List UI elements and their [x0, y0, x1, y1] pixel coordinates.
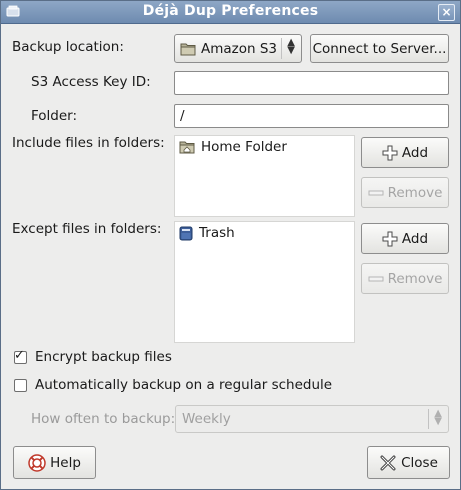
remove-icon [368, 185, 384, 201]
list-item[interactable]: Trash [179, 225, 235, 241]
include-add-label: Add [401, 144, 429, 161]
except-remove-label: Remove [387, 270, 443, 287]
backup-location-combo[interactable]: Amazon S3 ▲ ▼ [174, 34, 302, 63]
include-folders-list[interactable]: Home Folder [174, 135, 355, 217]
except-add-label: Add [401, 230, 429, 247]
encrypt-checkbox-label: Encrypt backup files [35, 349, 172, 365]
encrypt-checkbox[interactable]: ✓ Encrypt backup files [14, 347, 172, 365]
connect-to-server-button[interactable]: Connect to Server... [310, 34, 449, 63]
combo-separator [281, 38, 282, 59]
include-item-label: Home Folder [201, 139, 287, 155]
title-bar: Déjà Dup Preferences × [1, 1, 460, 24]
add-icon [382, 231, 398, 247]
schedule-checkbox-box[interactable] [14, 378, 27, 392]
schedule-checkbox[interactable]: Automatically backup on a regular schedu… [14, 377, 332, 393]
add-icon [382, 145, 398, 161]
folder-input[interactable]: / [174, 104, 449, 128]
except-remove-button[interactable]: Remove [361, 263, 449, 294]
backup-frequency-value: Weekly [182, 411, 231, 427]
except-folders-list[interactable]: Trash [174, 221, 355, 343]
combo-arrows-icon: ▲ ▼ [287, 37, 295, 56]
s3-access-key-label: S3 Access Key ID: [31, 74, 151, 90]
close-icon [379, 454, 397, 472]
help-button[interactable]: Help [13, 446, 96, 479]
folder-label: Folder: [31, 108, 78, 124]
remove-icon [368, 271, 384, 287]
except-add-button[interactable]: Add [361, 223, 449, 254]
backup-location-label: Backup location: [12, 39, 124, 55]
check-mark-icon: ✓ [14, 347, 25, 363]
help-label: Help [50, 454, 81, 471]
list-item[interactable]: Home Folder [179, 139, 287, 155]
except-item-label: Trash [199, 225, 235, 241]
window-close-icon[interactable]: × [438, 4, 455, 21]
window-title: Déjà Dup Preferences [142, 3, 319, 19]
except-folders-label: Except files in folders: [12, 221, 162, 237]
folder-icon [180, 42, 196, 56]
close-button[interactable]: Close [367, 446, 450, 479]
backup-location-value: Amazon S3 [201, 40, 278, 57]
backup-frequency-label: How often to backup: [31, 411, 176, 427]
s3-access-key-input[interactable] [174, 71, 449, 95]
home-folder-icon [179, 140, 195, 154]
include-remove-label: Remove [387, 184, 443, 201]
backup-frequency-combo[interactable]: Weekly ▲ ▼ [175, 405, 449, 433]
include-remove-button[interactable]: Remove [361, 177, 449, 208]
preferences-dialog: Déjà Dup Preferences × Backup location: … [0, 0, 461, 490]
connect-to-server-label: Connect to Server... [312, 40, 447, 57]
schedule-checkbox-label: Automatically backup on a regular schedu… [35, 377, 333, 393]
combo-arrows-icon: ▲ ▼ [434, 408, 442, 427]
help-icon [28, 453, 46, 472]
close-label: Close [401, 454, 438, 471]
include-folders-label: Include files in folders: [12, 135, 165, 151]
combo-separator [428, 409, 429, 429]
encrypt-checkbox-box[interactable]: ✓ [14, 347, 27, 364]
include-add-button[interactable]: Add [361, 137, 449, 168]
trash-icon [179, 226, 193, 241]
